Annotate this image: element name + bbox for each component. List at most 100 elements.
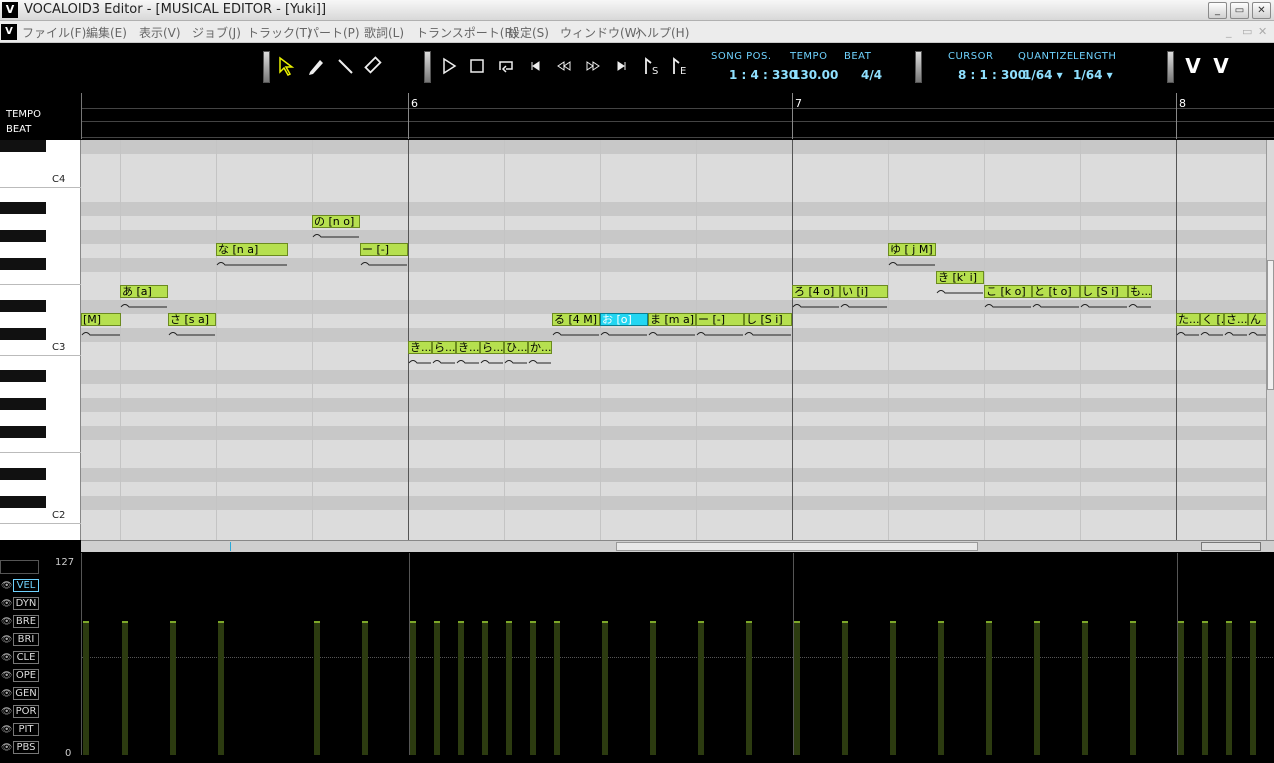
control-gen-button[interactable]: GEN bbox=[13, 687, 39, 700]
piano-keyboard[interactable]: C4 C3 C2 bbox=[0, 140, 81, 540]
visibility-eye-icon[interactable]: 👁 bbox=[1, 599, 12, 609]
end-marker-icon[interactable]: E bbox=[668, 55, 690, 77]
visibility-eye-icon[interactable]: 👁 bbox=[1, 671, 12, 681]
velocity-bar[interactable] bbox=[842, 621, 848, 755]
control-pbs-button[interactable]: PBS bbox=[13, 741, 39, 754]
control-por-button[interactable]: POR bbox=[13, 705, 39, 718]
piano-roll[interactable]: C4 C3 C2 [M] あ [a] さ [s a] な [n a] の [n … bbox=[0, 140, 1274, 540]
velocity-bar[interactable] bbox=[218, 621, 224, 755]
song-pos-value[interactable]: 1 : 4 : 330 bbox=[729, 68, 797, 82]
note-grid[interactable]: [M] あ [a] さ [s a] な [n a] の [n o] ー [-] … bbox=[81, 140, 1267, 540]
velocity-bar[interactable] bbox=[746, 621, 752, 755]
velocity-bar[interactable] bbox=[794, 621, 800, 755]
mdi-minimize-button[interactable]: _ bbox=[1226, 25, 1232, 38]
control-bri-button[interactable]: BRI bbox=[13, 633, 39, 646]
velocity-bar[interactable] bbox=[650, 621, 656, 755]
vertical-scrollbar[interactable] bbox=[1266, 140, 1274, 540]
velocity-bar[interactable] bbox=[1202, 621, 1208, 755]
rewind-to-start-icon[interactable] bbox=[524, 55, 546, 77]
visibility-eye-icon[interactable]: 👁 bbox=[1, 617, 12, 627]
velocity-bar[interactable] bbox=[83, 621, 89, 755]
menu-settings[interactable]: 設定(S) bbox=[508, 24, 549, 41]
control-dyn-button[interactable]: DYN bbox=[13, 597, 39, 610]
black-key[interactable] bbox=[0, 328, 46, 340]
velocity-bar[interactable] bbox=[1082, 621, 1088, 755]
control-pit-button[interactable]: PIT bbox=[13, 723, 39, 736]
velocity-bar[interactable] bbox=[362, 621, 368, 755]
beat-lane[interactable] bbox=[81, 122, 1274, 138]
black-key[interactable] bbox=[0, 398, 46, 410]
velocity-bar[interactable] bbox=[986, 621, 992, 755]
pencil-tool-icon[interactable] bbox=[305, 55, 327, 77]
velocity-bar[interactable] bbox=[1250, 621, 1256, 755]
velocity-editor[interactable] bbox=[81, 553, 1274, 755]
line-tool-icon[interactable] bbox=[334, 55, 356, 77]
velocity-bar[interactable] bbox=[1226, 621, 1232, 755]
black-key[interactable] bbox=[0, 370, 46, 382]
velocity-bar[interactable] bbox=[506, 621, 512, 755]
menu-job[interactable]: ジョブ(J) bbox=[192, 24, 241, 41]
menu-part[interactable]: パート(P) bbox=[307, 24, 360, 41]
velocity-bar[interactable] bbox=[890, 621, 896, 755]
menu-file[interactable]: ファイル(F) bbox=[22, 24, 86, 41]
velocity-bar[interactable] bbox=[458, 621, 464, 755]
visibility-eye-icon[interactable]: 👁 bbox=[1, 689, 12, 699]
black-key[interactable] bbox=[0, 300, 46, 312]
visibility-eye-icon[interactable]: 👁 bbox=[1, 707, 12, 717]
mdi-restore-button[interactable]: ▭ bbox=[1242, 25, 1252, 38]
black-key[interactable] bbox=[0, 202, 46, 214]
velocity-bar[interactable] bbox=[1178, 621, 1184, 755]
black-key[interactable] bbox=[0, 468, 46, 480]
velocity-bar[interactable] bbox=[530, 621, 536, 755]
menu-window[interactable]: ウィンドウ(W) bbox=[560, 24, 641, 41]
zoom-slider[interactable] bbox=[1201, 542, 1261, 551]
velocity-bar[interactable] bbox=[434, 621, 440, 755]
play-icon[interactable] bbox=[438, 55, 460, 77]
control-ope-button[interactable]: OPE bbox=[13, 669, 39, 682]
start-marker-icon[interactable]: S bbox=[640, 55, 662, 77]
quantize-select[interactable]: 1/64 ▾ bbox=[1023, 68, 1063, 82]
black-key[interactable] bbox=[0, 426, 46, 438]
menu-lyrics[interactable]: 歌詞(L) bbox=[364, 24, 404, 41]
velocity-bar[interactable] bbox=[1130, 621, 1136, 755]
rewind-icon[interactable] bbox=[553, 55, 575, 77]
skip-to-end-icon[interactable] bbox=[611, 55, 633, 77]
menu-view[interactable]: 表示(V) bbox=[139, 24, 181, 41]
menu-help[interactable]: ヘルプ(H) bbox=[635, 24, 689, 41]
menu-transport[interactable]: トランスポート(R) bbox=[416, 24, 517, 41]
visibility-eye-icon[interactable]: 👁 bbox=[1, 725, 12, 735]
length-select[interactable]: 1/64 ▾ bbox=[1073, 68, 1113, 82]
velocity-bar[interactable] bbox=[554, 621, 560, 755]
document-icon[interactable]: V bbox=[1, 24, 17, 40]
black-key[interactable] bbox=[0, 230, 46, 242]
velocity-bar[interactable] bbox=[410, 621, 416, 755]
visibility-eye-icon[interactable]: 👁 bbox=[1, 635, 12, 645]
beat-value[interactable]: 4/4 bbox=[861, 68, 882, 82]
maximize-button[interactable]: ▭ bbox=[1230, 2, 1249, 19]
visibility-eye-icon[interactable]: 👁 bbox=[1, 653, 12, 663]
stop-icon[interactable] bbox=[466, 55, 488, 77]
black-key[interactable] bbox=[0, 140, 46, 152]
horizontal-scroll-thumb[interactable] bbox=[616, 542, 978, 551]
velocity-bar[interactable] bbox=[938, 621, 944, 755]
arrow-tool-icon[interactable] bbox=[276, 55, 298, 77]
horizontal-scrollbar[interactable] bbox=[81, 540, 1274, 552]
control-bre-button[interactable]: BRE bbox=[13, 615, 39, 628]
velocity-bar[interactable] bbox=[602, 621, 608, 755]
black-key[interactable] bbox=[0, 258, 46, 270]
tempo-lane[interactable] bbox=[81, 109, 1274, 122]
menu-track[interactable]: トラック(T) bbox=[247, 24, 312, 41]
eraser-tool-icon[interactable] bbox=[363, 55, 385, 77]
velocity-bar[interactable] bbox=[170, 621, 176, 755]
close-button[interactable]: ✕ bbox=[1252, 2, 1271, 19]
velocity-bar[interactable] bbox=[314, 621, 320, 755]
mdi-close-button[interactable]: ✕ bbox=[1258, 25, 1267, 38]
menu-edit[interactable]: 編集(E) bbox=[86, 24, 127, 41]
fast-forward-icon[interactable] bbox=[582, 55, 604, 77]
vocaloid-up-icon[interactable]: V bbox=[1208, 53, 1234, 79]
visibility-eye-icon[interactable]: 👁 bbox=[1, 581, 12, 591]
visibility-eye-icon[interactable]: 👁 bbox=[1, 743, 12, 753]
minimize-button[interactable]: _ bbox=[1208, 2, 1227, 19]
black-key[interactable] bbox=[0, 496, 46, 508]
control-vel-button[interactable]: VEL bbox=[13, 579, 39, 592]
